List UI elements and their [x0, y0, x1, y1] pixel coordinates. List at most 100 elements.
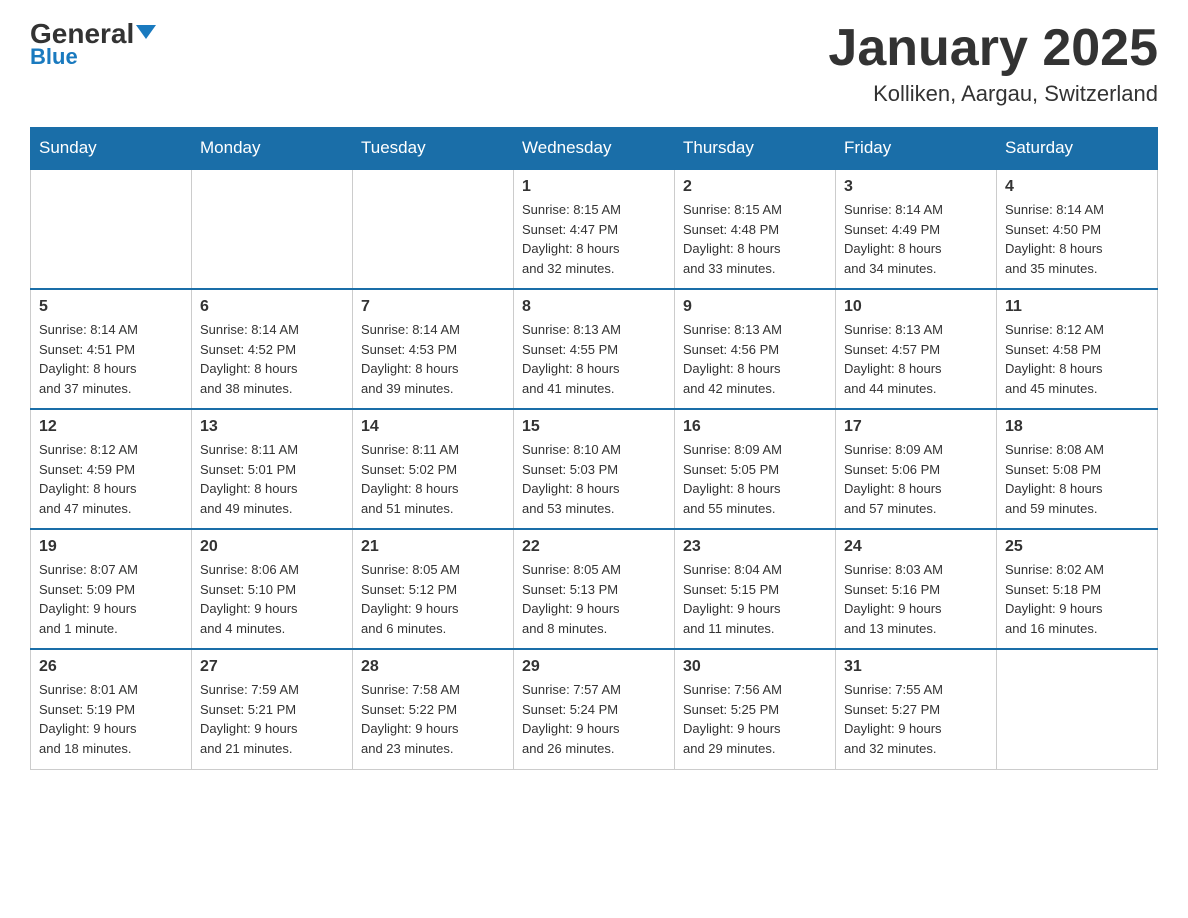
day-info: Sunrise: 8:11 AM Sunset: 5:02 PM Dayligh… — [361, 440, 505, 518]
weekday-header-tuesday: Tuesday — [353, 128, 514, 170]
calendar-cell: 4 Sunrise: 8:14 AM Sunset: 4:50 PM Daylig… — [997, 169, 1158, 289]
calendar-cell: 25 Sunrise: 8:02 AM Sunset: 5:18 PM Dayli… — [997, 529, 1158, 649]
calendar-row-3: 19Sunrise: 8:07 AM Sunset: 5:09 PM Dayli… — [31, 529, 1158, 649]
day-info: Sunrise: 7:55 AM Sunset: 5:27 PM Dayligh… — [844, 680, 988, 758]
calendar-cell — [997, 649, 1158, 769]
day-number: 9 — [683, 298, 827, 316]
location-title: Kolliken, Aargau, Switzerland — [828, 81, 1158, 107]
day-number: 22 — [522, 538, 666, 556]
calendar-cell: 15Sunrise: 8:10 AM Sunset: 5:03 PM Dayli… — [514, 409, 675, 529]
day-number: 7 — [361, 298, 505, 316]
day-info: Sunrise: 8:08 AM Sunset: 5:08 PM Dayligh… — [1005, 440, 1149, 518]
calendar-cell: 27 Sunrise: 7:59 AM Sunset: 5:21 PM Dayli… — [192, 649, 353, 769]
weekday-header-friday: Friday — [836, 128, 997, 170]
title-block: January 2025 Kolliken, Aargau, Switzerla… — [828, 20, 1158, 107]
day-info: Sunrise: 8:04 AM Sunset: 5:15 PM Dayligh… — [683, 560, 827, 638]
calendar-cell: 19Sunrise: 8:07 AM Sunset: 5:09 PM Dayli… — [31, 529, 192, 649]
day-info: Sunrise: 8:05 AM Sunset: 5:12 PM Dayligh… — [361, 560, 505, 638]
calendar-cell: 12Sunrise: 8:12 AM Sunset: 4:59 PM Dayli… — [31, 409, 192, 529]
day-number: 29 — [522, 658, 666, 676]
calendar-cell: 7Sunrise: 8:14 AM Sunset: 4:53 PM Daylig… — [353, 289, 514, 409]
calendar-cell: 8 Sunrise: 8:13 AM Sunset: 4:55 PM Daylig… — [514, 289, 675, 409]
calendar-cell: 26Sunrise: 8:01 AM Sunset: 5:19 PM Dayli… — [31, 649, 192, 769]
day-number: 20 — [200, 538, 344, 556]
calendar-cell: 18 Sunrise: 8:08 AM Sunset: 5:08 PM Dayli… — [997, 409, 1158, 529]
calendar-cell: 20Sunrise: 8:06 AM Sunset: 5:10 PM Dayli… — [192, 529, 353, 649]
weekday-header-row: SundayMondayTuesdayWednesdayThursdayFrid… — [31, 128, 1158, 170]
day-info: Sunrise: 8:11 AM Sunset: 5:01 PM Dayligh… — [200, 440, 344, 518]
day-info: Sunrise: 8:14 AM Sunset: 4:52 PM Dayligh… — [200, 320, 344, 398]
calendar-cell: 24 Sunrise: 8:03 AM Sunset: 5:16 PM Dayli… — [836, 529, 997, 649]
day-info: Sunrise: 7:59 AM Sunset: 5:21 PM Dayligh… — [200, 680, 344, 758]
calendar-cell: 14 Sunrise: 8:11 AM Sunset: 5:02 PM Dayli… — [353, 409, 514, 529]
day-number: 21 — [361, 538, 505, 556]
day-number: 23 — [683, 538, 827, 556]
calendar-cell: 30 Sunrise: 7:56 AM Sunset: 5:25 PM Dayli… — [675, 649, 836, 769]
day-number: 6 — [200, 298, 344, 316]
calendar-cell: 17 Sunrise: 8:09 AM Sunset: 5:06 PM Dayli… — [836, 409, 997, 529]
day-number: 25 — [1005, 538, 1149, 556]
day-number: 5 — [39, 298, 183, 316]
day-info: Sunrise: 8:14 AM Sunset: 4:51 PM Dayligh… — [39, 320, 183, 398]
calendar-cell: 5 Sunrise: 8:14 AM Sunset: 4:51 PM Daylig… — [31, 289, 192, 409]
day-number: 27 — [200, 658, 344, 676]
calendar-cell — [353, 169, 514, 289]
day-info: Sunrise: 8:09 AM Sunset: 5:06 PM Dayligh… — [844, 440, 988, 518]
day-info: Sunrise: 8:10 AM Sunset: 5:03 PM Dayligh… — [522, 440, 666, 518]
day-number: 10 — [844, 298, 988, 316]
day-number: 19 — [39, 538, 183, 556]
day-info: Sunrise: 8:03 AM Sunset: 5:16 PM Dayligh… — [844, 560, 988, 638]
day-number: 13 — [200, 418, 344, 436]
day-info: Sunrise: 8:14 AM Sunset: 4:50 PM Dayligh… — [1005, 200, 1149, 278]
day-number: 14 — [361, 418, 505, 436]
calendar-cell: 16 Sunrise: 8:09 AM Sunset: 5:05 PM Dayli… — [675, 409, 836, 529]
page-header: General Blue January 2025 Kolliken, Aarg… — [30, 20, 1158, 107]
calendar-cell: 6 Sunrise: 8:14 AM Sunset: 4:52 PM Daylig… — [192, 289, 353, 409]
calendar-cell: 9 Sunrise: 8:13 AM Sunset: 4:56 PM Daylig… — [675, 289, 836, 409]
day-number: 1 — [522, 178, 666, 196]
calendar-row-2: 12Sunrise: 8:12 AM Sunset: 4:59 PM Dayli… — [31, 409, 1158, 529]
day-info: Sunrise: 8:15 AM Sunset: 4:48 PM Dayligh… — [683, 200, 827, 278]
day-info: Sunrise: 8:14 AM Sunset: 4:49 PM Dayligh… — [844, 200, 988, 278]
day-info: Sunrise: 8:12 AM Sunset: 4:59 PM Dayligh… — [39, 440, 183, 518]
weekday-header-sunday: Sunday — [31, 128, 192, 170]
day-info: Sunrise: 7:56 AM Sunset: 5:25 PM Dayligh… — [683, 680, 827, 758]
day-number: 16 — [683, 418, 827, 436]
weekday-header-wednesday: Wednesday — [514, 128, 675, 170]
day-number: 11 — [1005, 298, 1149, 316]
day-number: 8 — [522, 298, 666, 316]
day-info: Sunrise: 8:13 AM Sunset: 4:57 PM Dayligh… — [844, 320, 988, 398]
calendar-cell — [31, 169, 192, 289]
logo-triangle-icon — [136, 25, 156, 39]
day-number: 30 — [683, 658, 827, 676]
day-info: Sunrise: 8:09 AM Sunset: 5:05 PM Dayligh… — [683, 440, 827, 518]
logo-blue: Blue — [30, 44, 78, 70]
logo: General Blue — [30, 20, 156, 70]
weekday-header-thursday: Thursday — [675, 128, 836, 170]
calendar-cell: 11 Sunrise: 8:12 AM Sunset: 4:58 PM Dayli… — [997, 289, 1158, 409]
calendar-table: SundayMondayTuesdayWednesdayThursdayFrid… — [30, 127, 1158, 770]
day-number: 24 — [844, 538, 988, 556]
day-number: 3 — [844, 178, 988, 196]
weekday-header-monday: Monday — [192, 128, 353, 170]
calendar-cell: 28Sunrise: 7:58 AM Sunset: 5:22 PM Dayli… — [353, 649, 514, 769]
day-info: Sunrise: 8:02 AM Sunset: 5:18 PM Dayligh… — [1005, 560, 1149, 638]
day-info: Sunrise: 7:58 AM Sunset: 5:22 PM Dayligh… — [361, 680, 505, 758]
day-number: 26 — [39, 658, 183, 676]
day-number: 2 — [683, 178, 827, 196]
day-info: Sunrise: 8:13 AM Sunset: 4:56 PM Dayligh… — [683, 320, 827, 398]
day-info: Sunrise: 8:13 AM Sunset: 4:55 PM Dayligh… — [522, 320, 666, 398]
calendar-cell: 3 Sunrise: 8:14 AM Sunset: 4:49 PM Daylig… — [836, 169, 997, 289]
calendar-cell: 21 Sunrise: 8:05 AM Sunset: 5:12 PM Dayli… — [353, 529, 514, 649]
day-info: Sunrise: 8:12 AM Sunset: 4:58 PM Dayligh… — [1005, 320, 1149, 398]
day-number: 4 — [1005, 178, 1149, 196]
calendar-row-1: 5 Sunrise: 8:14 AM Sunset: 4:51 PM Daylig… — [31, 289, 1158, 409]
day-number: 31 — [844, 658, 988, 676]
calendar-cell: 13 Sunrise: 8:11 AM Sunset: 5:01 PM Dayli… — [192, 409, 353, 529]
day-number: 17 — [844, 418, 988, 436]
weekday-header-saturday: Saturday — [997, 128, 1158, 170]
day-number: 18 — [1005, 418, 1149, 436]
calendar-cell: 1Sunrise: 8:15 AM Sunset: 4:47 PM Daylig… — [514, 169, 675, 289]
calendar-cell: 23 Sunrise: 8:04 AM Sunset: 5:15 PM Dayli… — [675, 529, 836, 649]
day-info: Sunrise: 8:05 AM Sunset: 5:13 PM Dayligh… — [522, 560, 666, 638]
